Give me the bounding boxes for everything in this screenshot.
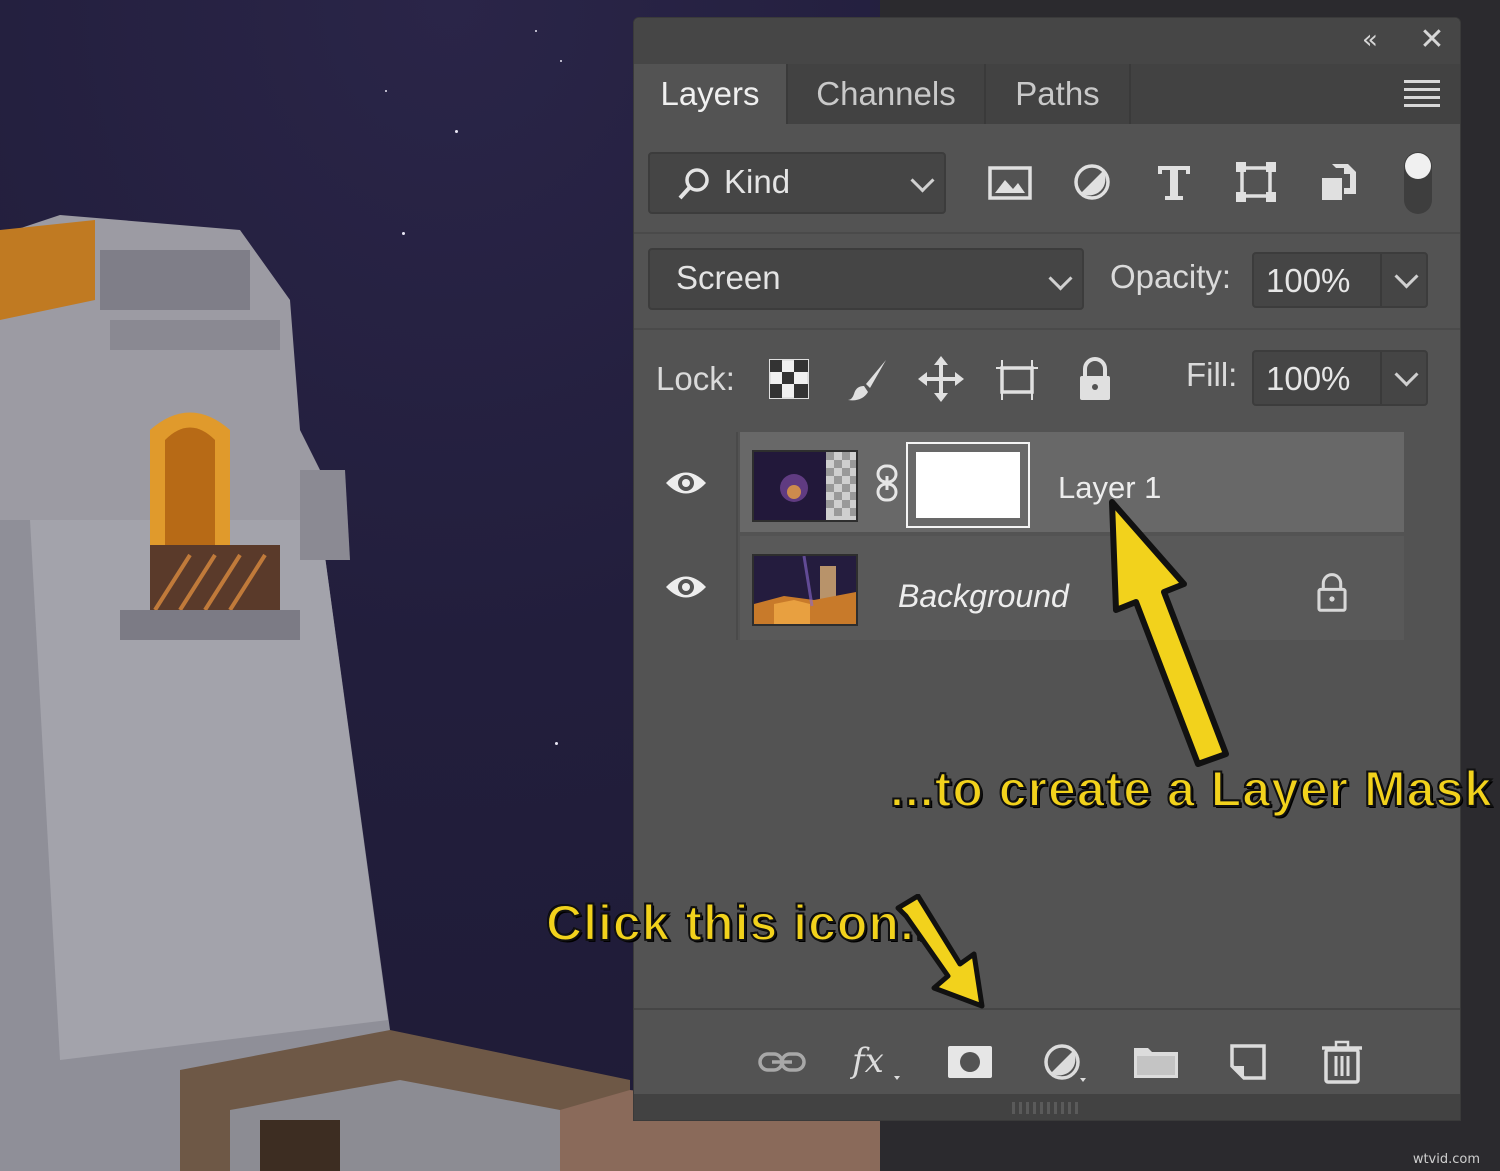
divider: [634, 232, 1460, 234]
layers-panel: « ✕ Layers Channels Paths Kind Screen Op…: [633, 17, 1461, 1121]
star: [385, 90, 387, 92]
svg-text:fx: fx: [850, 1041, 884, 1081]
lock-artboard-icon[interactable]: [994, 356, 1040, 402]
close-panel-button[interactable]: ✕: [1412, 24, 1452, 56]
tower-thumbnail-image: [754, 556, 856, 624]
panel-tab-bar: Layers Channels Paths: [634, 64, 1460, 124]
layer-name[interactable]: Background: [898, 578, 1069, 615]
layer-row-background[interactable]: Background: [634, 536, 1404, 640]
opacity-value: 100%: [1266, 262, 1351, 299]
smart-object-filter-icon[interactable]: [1314, 158, 1362, 206]
link-layers-icon[interactable]: [756, 1040, 808, 1084]
star: [555, 742, 558, 745]
new-layer-icon[interactable]: [1222, 1040, 1274, 1084]
filter-kind-dropdown[interactable]: Kind: [648, 152, 946, 214]
star: [560, 60, 562, 62]
fireworks-thumbnail-image: [754, 452, 856, 520]
star: [402, 232, 405, 235]
shape-layer-filter-icon[interactable]: [1232, 158, 1280, 206]
delete-layer-icon[interactable]: [1316, 1040, 1368, 1084]
chevron-down-icon: [910, 168, 935, 193]
fill-label: Fill:: [1186, 356, 1238, 393]
opacity-label: Opacity:: [1110, 258, 1232, 295]
watermark: wtvid.com: [1412, 1152, 1480, 1167]
blend-mode-value: Screen: [676, 259, 781, 296]
lock-image-pixels-icon[interactable]: [846, 356, 892, 402]
filter-kind-label: Kind: [724, 163, 791, 200]
annotation-create-layer-mask: ...to create a Layer Mask: [889, 760, 1494, 818]
divider: [634, 328, 1460, 330]
star: [535, 30, 537, 32]
add-layer-mask-icon[interactable]: [944, 1040, 996, 1084]
yellow-arrow-to-mask-icon: [895, 894, 985, 1009]
eye-icon: [666, 472, 706, 494]
tab-channels[interactable]: Channels: [788, 64, 986, 124]
blend-mode-dropdown[interactable]: Screen: [648, 248, 1084, 310]
star: [455, 130, 458, 133]
layer-mask-thumbnail[interactable]: [906, 442, 1030, 528]
layer-thumbnail[interactable]: [752, 554, 858, 626]
adjustment-layer-icon[interactable]: [1038, 1040, 1090, 1084]
layer-thumbnail[interactable]: [752, 450, 858, 522]
visibility-toggle[interactable]: [634, 432, 738, 536]
lock-transparent-pixels-icon[interactable]: [766, 356, 812, 402]
lock-all-icon[interactable]: [1072, 356, 1118, 402]
lock-icon[interactable]: [1312, 570, 1352, 614]
panel-resize-handle[interactable]: [634, 1094, 1460, 1120]
fill-value: 100%: [1266, 360, 1351, 397]
visibility-toggle[interactable]: [634, 536, 738, 640]
tab-layers[interactable]: Layers: [634, 64, 788, 124]
group-folder-icon[interactable]: [1130, 1040, 1182, 1084]
collapse-panel-button[interactable]: «: [1350, 24, 1390, 56]
annotation-click-icon: Click this icon...: [545, 894, 945, 952]
lock-position-icon[interactable]: [918, 356, 964, 402]
panel-menu-icon[interactable]: [1404, 80, 1440, 108]
divider: [1380, 352, 1382, 404]
divider: [1380, 254, 1382, 306]
adjustment-layer-filter-icon[interactable]: [1068, 158, 1116, 206]
chevron-down-icon[interactable]: [1394, 362, 1419, 387]
yellow-arrow-to-layer-mask: [1109, 499, 1229, 767]
chevron-down-icon: [1048, 266, 1073, 291]
opacity-field[interactable]: 100%: [1252, 252, 1428, 308]
filter-toggle-switch[interactable]: [1404, 152, 1432, 214]
mask-link-icon[interactable]: [872, 464, 902, 502]
eye-icon: [666, 576, 706, 598]
search-icon: [678, 168, 709, 200]
chevron-down-icon[interactable]: [1394, 264, 1419, 289]
type-layer-filter-icon[interactable]: [1150, 158, 1198, 206]
layer-row-layer-1[interactable]: Layer 1: [634, 432, 1404, 536]
tab-paths[interactable]: Paths: [986, 64, 1131, 124]
pixel-layer-filter-icon[interactable]: [986, 158, 1034, 206]
fx-icon[interactable]: fx: [850, 1040, 902, 1084]
fill-field[interactable]: 100%: [1252, 350, 1428, 406]
lock-label: Lock:: [656, 360, 735, 397]
panel-titlebar: « ✕: [634, 18, 1460, 64]
